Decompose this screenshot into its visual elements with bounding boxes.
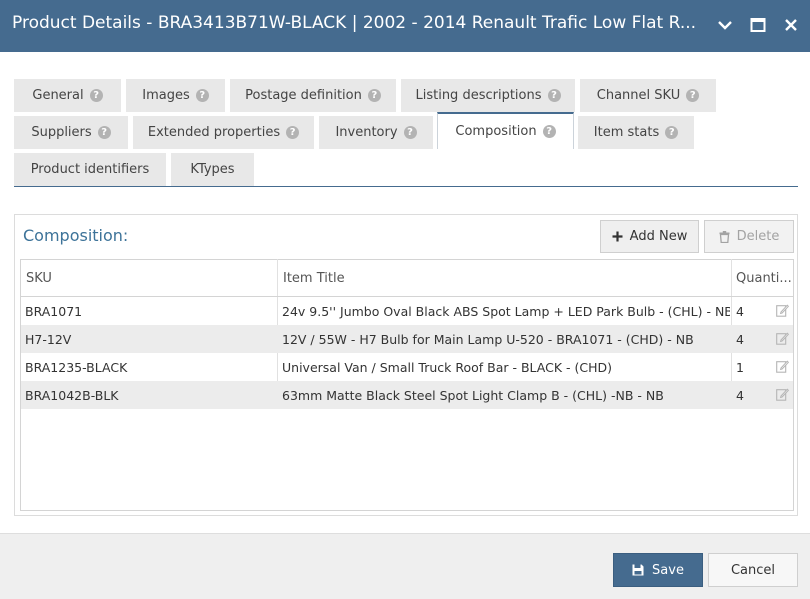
tab-inventory[interactable]: Inventory? (319, 116, 433, 149)
column-header-sku[interactable]: SKU (20, 259, 278, 297)
help-icon: ? (195, 89, 209, 102)
tab-images[interactable]: Images? (126, 79, 225, 112)
tab-product-identifiers[interactable]: Product identifiers (14, 153, 166, 186)
title-cell: Universal Van / Small Truck Roof Bar - B… (282, 359, 613, 375)
collapse-button[interactable] (714, 14, 736, 36)
plus-icon (612, 231, 623, 242)
help-icon: ? (542, 125, 556, 138)
table-row[interactable]: BRA1071 24v 9.5'' Jumbo Oval Black ABS S… (21, 297, 793, 325)
tab-ktypes[interactable]: KTypes (171, 153, 254, 186)
tab-label: General (32, 88, 84, 103)
add-new-label: Add New (629, 229, 688, 244)
quantity-cell: 4 (736, 331, 744, 347)
tab-label: Channel SKU (596, 88, 681, 103)
delete-label: Delete (736, 229, 780, 244)
edit-icon[interactable] (776, 332, 789, 345)
table-row[interactable]: BRA1042B-BLK 63mm Matte Black Steel Spot… (21, 381, 793, 409)
tab-label: Suppliers (31, 125, 92, 140)
tab-suppliers[interactable]: Suppliers? (14, 116, 128, 149)
maximize-button[interactable] (747, 14, 769, 36)
quantity-cell: 4 (736, 303, 744, 319)
help-icon: ? (403, 126, 417, 139)
floppy-disk-icon (632, 564, 644, 576)
maximize-icon (750, 18, 766, 32)
title-cell: 12V / 55W - H7 Bulb for Main Lamp U-520 … (282, 331, 694, 347)
table-row[interactable]: H7-12V 12V / 55W - H7 Bulb for Main Lamp… (21, 325, 793, 353)
panel-title: Composition: (23, 226, 129, 245)
help-icon: ? (97, 126, 111, 139)
title-bar: Product Details - BRA3413B71W-BLACK | 20… (0, 0, 810, 52)
window-title: Product Details - BRA3413B71W-BLACK | 20… (12, 13, 697, 33)
tab-channel-sku[interactable]: Channel SKU? (580, 79, 716, 112)
tabs-divider (14, 186, 798, 187)
save-button[interactable]: Save (613, 553, 703, 587)
tab-postage-definition[interactable]: Postage definition? (230, 79, 396, 112)
tab-listing-descriptions[interactable]: Listing descriptions? (401, 79, 575, 112)
tab-label: Images (142, 88, 190, 103)
tab-general[interactable]: General? (14, 79, 121, 112)
help-icon: ? (286, 126, 300, 139)
table-row[interactable]: BRA1235-BLACK Universal Van / Small Truc… (21, 353, 793, 381)
cancel-button[interactable]: Cancel (708, 553, 798, 587)
title-cell: 24v 9.5'' Jumbo Oval Black ABS Spot Lamp… (282, 303, 730, 319)
sku-cell: BRA1042B-BLK (25, 387, 119, 403)
help-icon: ? (686, 89, 700, 102)
edit-icon[interactable] (776, 388, 789, 401)
sku-cell: BRA1071 (25, 303, 83, 319)
trash-icon (719, 230, 730, 243)
tab-label: Listing descriptions (415, 88, 542, 103)
column-header-quantity[interactable]: Quanti... (731, 259, 793, 297)
save-label: Save (652, 562, 684, 578)
title-cell: 63mm Matte Black Steel Spot Light Clamp … (282, 387, 664, 403)
tab-label: KTypes (190, 162, 235, 177)
tab-label: Postage definition (245, 88, 362, 103)
tab-item-stats[interactable]: Item stats? (578, 116, 694, 149)
chevron-down-icon (718, 21, 732, 30)
close-button[interactable] (780, 14, 802, 36)
sku-cell: H7-12V (25, 331, 72, 347)
delete-button[interactable]: Delete (704, 220, 794, 253)
sku-cell: BRA1235-BLACK (25, 359, 128, 375)
quantity-cell: 4 (736, 387, 744, 403)
cancel-label: Cancel (730, 562, 776, 578)
add-new-button[interactable]: Add New (600, 220, 699, 253)
close-icon (785, 19, 797, 31)
quantity-cell: 1 (736, 359, 744, 375)
help-icon: ? (367, 89, 381, 102)
tab-composition[interactable]: Composition? (437, 112, 574, 149)
help-icon: ? (665, 126, 679, 139)
tab-label: Product identifiers (30, 162, 150, 177)
help-icon: ? (547, 89, 561, 102)
tab-label: Extended properties (147, 125, 281, 140)
help-icon: ? (89, 89, 103, 102)
tab-label: Item stats (593, 125, 660, 140)
edit-icon[interactable] (776, 304, 789, 317)
tab-extended-properties[interactable]: Extended properties? (133, 116, 314, 149)
edit-icon[interactable] (776, 360, 789, 373)
tab-label: Inventory (335, 125, 398, 140)
tab-label: Composition (455, 124, 537, 139)
column-header-item-title[interactable]: Item Title (277, 259, 732, 297)
